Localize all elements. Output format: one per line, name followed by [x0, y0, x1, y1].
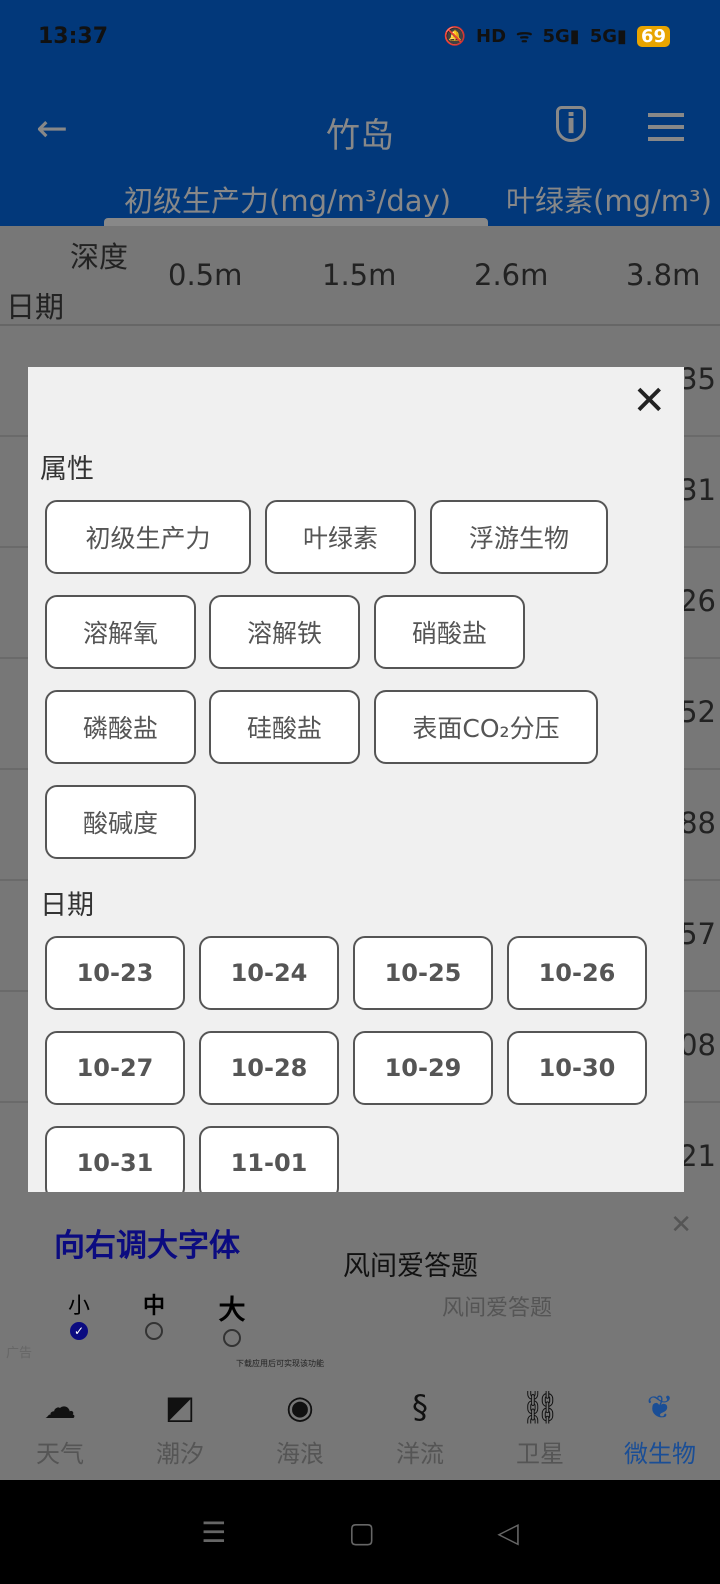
- battery-indicator: 69: [636, 25, 670, 47]
- tide-wave-icon: ◩: [164, 1388, 196, 1426]
- cell: 21: [679, 1139, 716, 1173]
- font-size-large[interactable]: 大: [217, 1288, 247, 1347]
- font-size-medium[interactable]: 中: [139, 1288, 169, 1340]
- mute-icon: 🔕: [443, 25, 467, 47]
- chip-attribute[interactable]: 硝酸盐: [374, 595, 525, 669]
- table-header: 深度 日期 0.5m 1.5m 2.6m 3.8m: [0, 226, 720, 326]
- cell: 26: [679, 584, 716, 618]
- nav-label: 海浪: [276, 1440, 324, 1468]
- tab-primary-productivity[interactable]: 初级生产力(mg/m³/day): [124, 178, 451, 220]
- microbe-icon: ❦: [646, 1388, 674, 1426]
- chip-date[interactable]: 10-24: [199, 936, 339, 1010]
- tab-chlorophyll[interactable]: 叶绿素(mg/m³): [506, 178, 712, 220]
- home-icon[interactable]: ▢: [349, 1516, 375, 1549]
- cell: 08: [679, 1028, 716, 1062]
- page-title: 竹岛: [326, 116, 394, 156]
- 5g-signal-icon: 5G▮: [589, 25, 627, 47]
- close-icon[interactable]: ✕: [632, 381, 666, 421]
- chip-attribute[interactable]: 叶绿素: [265, 500, 416, 574]
- app-header: 13:37 🔕 HD ᯤ 5G▮ 5G▮ 69 ← 竹岛 i 初级生产力(mg/…: [0, 0, 720, 226]
- check-icon: ✓: [70, 1322, 88, 1340]
- nav-label: 潮汐: [156, 1440, 204, 1468]
- chip-date[interactable]: 10-27: [45, 1031, 185, 1105]
- status-time: 13:37: [38, 24, 109, 49]
- chip-attribute[interactable]: 硅酸盐: [209, 690, 360, 764]
- recents-icon[interactable]: ☰: [201, 1516, 226, 1549]
- chip-attribute[interactable]: 表面CO₂分压: [374, 690, 598, 764]
- nav-weather[interactable]: ☁ 天气: [0, 1380, 120, 1480]
- cell: 35: [679, 362, 716, 396]
- attributes-heading: 属性: [40, 454, 94, 485]
- depth-col: 2.6m: [474, 258, 549, 292]
- dates-heading: 日期: [40, 890, 94, 921]
- chip-date[interactable]: 10-25: [353, 936, 493, 1010]
- cell: 57: [679, 917, 716, 951]
- depth-label: 深度: [70, 240, 129, 274]
- chip-date[interactable]: 10-26: [507, 936, 647, 1010]
- close-icon[interactable]: ✕: [670, 1210, 692, 1240]
- satellite-icon: ⛓: [519, 1388, 561, 1426]
- cell: 52: [679, 695, 716, 729]
- chip-attribute[interactable]: 溶解铁: [209, 595, 360, 669]
- nav-label: 卫星: [516, 1440, 564, 1468]
- radio-icon: [145, 1322, 163, 1340]
- depth-col: 0.5m: [168, 258, 243, 292]
- ocean-wave-icon: ◉: [286, 1388, 314, 1426]
- nav-satellite[interactable]: ⛓ 卫星: [480, 1380, 600, 1480]
- nav-tide[interactable]: ◩ 潮汐: [120, 1380, 240, 1480]
- back-icon[interactable]: ◁: [497, 1516, 519, 1549]
- nav-waves[interactable]: ◉ 海浪: [240, 1380, 360, 1480]
- tab-indicator: [104, 218, 488, 226]
- ad-note: 下载应用后可实现该功能: [236, 1359, 324, 1368]
- chip-date[interactable]: 10-29: [353, 1031, 493, 1105]
- status-icons: 🔕 HD ᯤ 5G▮ 5G▮ 69: [444, 24, 670, 48]
- current-icon: §: [412, 1388, 428, 1426]
- cloud-icon: ☁: [44, 1388, 76, 1426]
- nav-label: 天气: [36, 1440, 84, 1468]
- ad-title: 向右调大字体: [54, 1228, 240, 1264]
- wifi-icon: ᯤ: [516, 26, 533, 47]
- option-label: 中: [142, 1294, 165, 1319]
- chip-date[interactable]: 10-23: [45, 936, 185, 1010]
- font-size-small[interactable]: 小 ✓: [64, 1288, 94, 1340]
- depth-col: 3.8m: [626, 258, 701, 292]
- date-label: 日期: [6, 290, 65, 324]
- chip-date[interactable]: 10-28: [199, 1031, 339, 1105]
- chip-date[interactable]: 11-01: [199, 1126, 339, 1192]
- nav-microbe[interactable]: ❦ 微生物: [600, 1380, 720, 1480]
- ad-label: 广告: [6, 1346, 33, 1361]
- radio-icon: [223, 1329, 241, 1347]
- filter-dialog: ✕ 属性 初级生产力 叶绿素 浮游生物 溶解氧 溶解铁 硝酸盐 磷酸盐 硅酸盐 …: [28, 367, 684, 1192]
- ad-banner: ✕ 向右调大字体 小 ✓ 中 大 风间爱答题 风间爱答题 广告 下载应用后可实现该…: [0, 1192, 720, 1380]
- chip-date[interactable]: 10-31: [45, 1126, 185, 1192]
- ad-subtitle: 风间爱答题: [442, 1296, 553, 1321]
- cell: 88: [679, 806, 716, 840]
- nav-current[interactable]: § 洋流: [360, 1380, 480, 1480]
- chip-attribute[interactable]: 浮游生物: [430, 500, 608, 574]
- option-label: 小: [67, 1294, 90, 1319]
- option-label: 大: [218, 1295, 246, 1326]
- hd-icon: HD: [476, 25, 507, 47]
- nav-label: 洋流: [396, 1440, 444, 1468]
- ad-headline[interactable]: 风间爱答题: [343, 1244, 478, 1283]
- chip-attribute[interactable]: 酸碱度: [45, 785, 196, 859]
- 5g-signal-icon: 5G▮: [542, 25, 580, 47]
- shield-info-icon[interactable]: i: [556, 106, 586, 142]
- chip-date[interactable]: 10-30: [507, 1031, 647, 1105]
- chip-attribute[interactable]: 磷酸盐: [45, 690, 196, 764]
- nav-label: 微生物: [624, 1440, 696, 1468]
- hamburger-icon[interactable]: [648, 108, 684, 149]
- system-nav-bar: ☰ ▢ ◁: [0, 1480, 720, 1584]
- bottom-nav: ☁ 天气 ◩ 潮汐 ◉ 海浪 § 洋流 ⛓ 卫星 ❦ 微生物: [0, 1380, 720, 1480]
- depth-col: 1.5m: [322, 258, 397, 292]
- cell: 31: [679, 473, 716, 507]
- chip-attribute[interactable]: 溶解氧: [45, 595, 196, 669]
- chip-attribute[interactable]: 初级生产力: [45, 500, 251, 574]
